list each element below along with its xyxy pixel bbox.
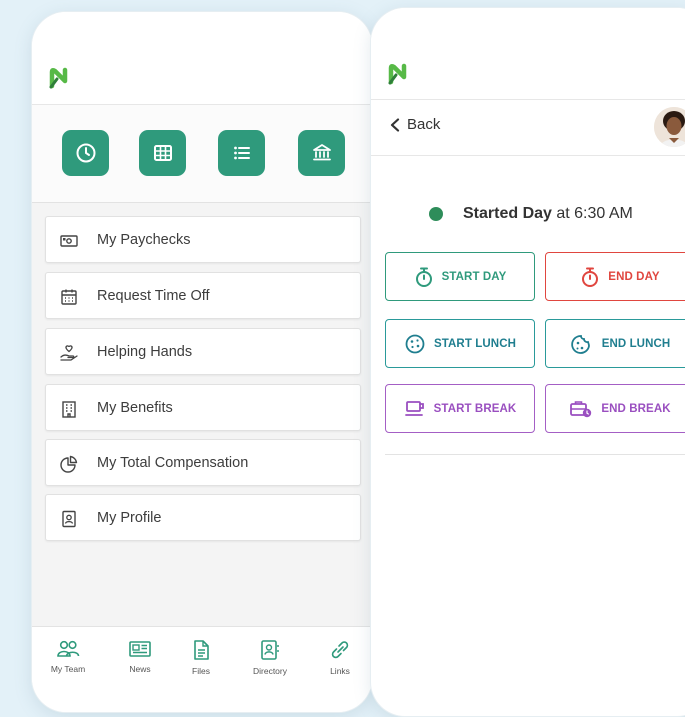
coffee-cup-icon — [404, 400, 424, 416]
calendar-icon — [61, 289, 77, 305]
right-phone-screen: Back Started Day at 6:30 AM START DAY EN… — [371, 8, 685, 716]
back-label: Back — [407, 116, 441, 133]
menu-item-label: Helping Hands — [97, 344, 193, 360]
right-app-header — [371, 8, 685, 100]
bank-tile[interactable] — [298, 130, 345, 176]
menu-item-label: My Profile — [97, 510, 162, 526]
nav-my-team[interactable]: My Team — [38, 639, 98, 674]
nav-label: Directory — [252, 666, 287, 676]
tasks-tile[interactable] — [218, 130, 265, 176]
section-divider — [385, 454, 685, 455]
app-logo-icon — [388, 63, 407, 85]
quick-actions-row — [32, 105, 372, 203]
directory-icon — [261, 640, 279, 660]
status-bold-text: Started Day — [463, 205, 552, 222]
button-label: START DAY — [441, 270, 507, 283]
stopwatch-icon — [415, 267, 432, 287]
menu-item-request-time-off[interactable]: Request Time Off — [45, 272, 361, 319]
chevron-left-icon — [390, 117, 400, 132]
start-break-button[interactable]: START BREAK — [385, 384, 535, 433]
money-icon — [60, 235, 78, 247]
menu-item-label: My Paychecks — [97, 232, 191, 248]
nav-news[interactable]: News — [110, 639, 170, 674]
end-lunch-button[interactable]: END LUNCH — [545, 319, 685, 368]
bottom-navigation: My Team News Files Directory Links — [32, 626, 372, 712]
hand-heart-icon — [60, 345, 78, 361]
button-label: END LUNCH — [601, 337, 671, 350]
nav-label: Links — [330, 666, 350, 676]
left-app-header — [32, 12, 372, 105]
button-label: START LUNCH — [433, 337, 516, 350]
profile-icon — [62, 510, 76, 528]
menu-item-my-total-compensation[interactable]: My Total Compensation — [45, 439, 361, 486]
pie-chart-icon — [60, 455, 78, 473]
left-phone-screen: My Paychecks Request Time Off Helping Ha… — [32, 12, 372, 712]
calendar-grid-icon — [153, 145, 172, 161]
nav-label: My Team — [50, 664, 86, 674]
briefcase-clock-icon — [570, 400, 592, 417]
end-break-button[interactable]: END BREAK — [545, 384, 685, 433]
button-label: END DAY — [608, 270, 660, 283]
menu-item-my-benefits[interactable]: My Benefits — [45, 384, 361, 431]
nav-directory[interactable]: Directory — [240, 639, 300, 676]
left-content-area: My Paychecks Request Time Off Helping Ha… — [32, 105, 372, 626]
menu-item-label: My Total Compensation — [97, 455, 249, 471]
clock-icon — [76, 143, 95, 163]
button-label: START BREAK — [433, 402, 517, 415]
status-dot — [429, 207, 443, 221]
nav-links[interactable]: Links — [310, 639, 370, 676]
menu-item-label: My Benefits — [97, 400, 173, 416]
list-icon — [233, 146, 250, 160]
nav-label: News — [129, 664, 151, 674]
end-day-button[interactable]: END DAY — [545, 252, 685, 301]
back-button[interactable]: Back — [389, 116, 440, 133]
status-time-text: at 6:30 AM — [551, 205, 633, 222]
nav-label: Files — [192, 666, 210, 676]
file-icon — [194, 640, 209, 660]
start-lunch-button[interactable]: START LUNCH — [385, 319, 535, 368]
menu-item-my-profile[interactable]: My Profile — [45, 494, 361, 541]
schedule-tile[interactable] — [139, 130, 186, 176]
avatar-photo — [654, 107, 685, 147]
cookie-icon — [405, 334, 425, 353]
menu-item-helping-hands[interactable]: Helping Hands — [45, 328, 361, 375]
team-icon — [57, 640, 80, 657]
bank-icon — [312, 144, 331, 161]
menu-item-label: Request Time Off — [97, 288, 210, 304]
building-icon — [62, 401, 76, 418]
time-clock-tile[interactable] — [62, 130, 109, 176]
cookie-bite-icon — [570, 334, 590, 354]
day-status: Started Day at 6:30 AM — [429, 205, 633, 223]
news-icon — [129, 641, 151, 657]
user-avatar[interactable] — [654, 107, 685, 147]
button-label: END BREAK — [601, 402, 671, 415]
stopwatch-icon — [582, 267, 599, 287]
nav-files[interactable]: Files — [171, 639, 231, 676]
start-day-button[interactable]: START DAY — [385, 252, 535, 301]
menu-item-my-paychecks[interactable]: My Paychecks — [45, 216, 361, 263]
link-icon — [331, 641, 349, 659]
back-navigation-bar: Back — [371, 100, 685, 156]
app-logo-icon — [49, 67, 68, 89]
